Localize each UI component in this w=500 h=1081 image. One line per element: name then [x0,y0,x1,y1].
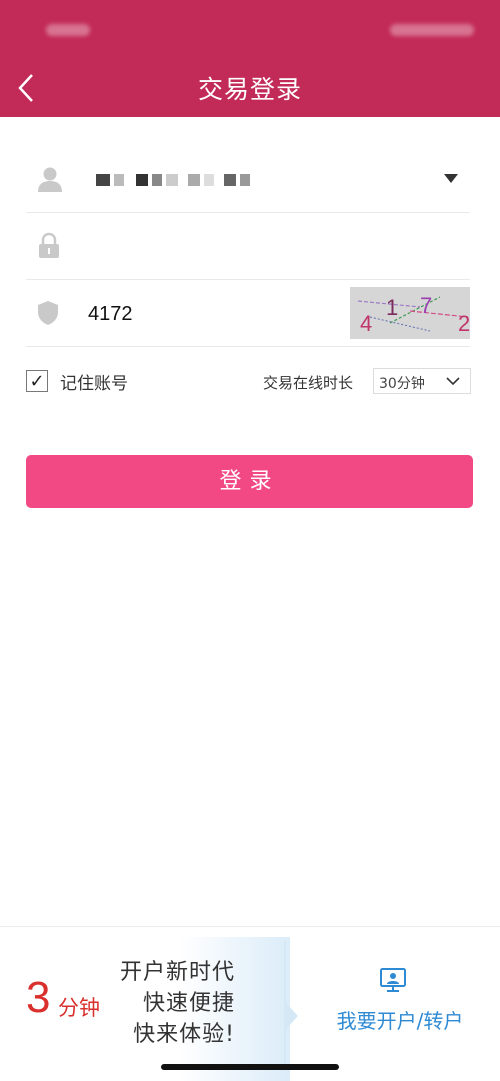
captcha-char: 7 [420,293,432,318]
captcha-row: 4 1 7 2 [26,280,470,347]
captcha-char: 2 [458,311,470,336]
remember-label: 记住账号 [60,374,128,394]
duration-select[interactable]: 30分钟 [373,368,471,394]
login-button[interactable]: 登录 [26,455,473,508]
promo-number: 3 [26,973,51,1022]
lock-icon [39,232,59,258]
chevron-down-icon [446,377,460,386]
captcha-image[interactable]: 4 1 7 2 [350,287,470,339]
account-dropdown-icon[interactable] [444,174,458,183]
captcha-input[interactable] [86,292,340,336]
home-indicator [161,1064,339,1070]
shield-icon [38,301,58,325]
options-row: ✓ 记住账号 交易在线时长 30分钟 [26,368,472,398]
captcha-char: 4 [360,311,372,336]
promo-divider-arrow [284,941,298,1071]
page-title: 交易登录 [197,75,302,104]
remember-checkbox[interactable]: ✓ [26,370,48,392]
promo-unit: 分钟 [58,996,100,1020]
promo-slogan: 开户新时代 快速便捷 快来体验! [100,957,235,1050]
promo-line: 开户新时代 [119,960,235,985]
open-account-label: 我要开户/转户 [336,1009,464,1033]
password-row [26,213,470,280]
user-icon [38,167,62,192]
duration-value: 30分钟 [379,376,425,392]
password-input[interactable] [86,225,340,269]
monitor-user-icon [380,968,406,992]
trade-login-screen: 交易登录 4172 4 1 7 2 ✓ 记住账号 交易在线时长 30分钟 登录 … [0,0,500,1081]
promo-line: 快来体验! [133,1022,235,1047]
status-bar-blur [390,24,474,36]
captcha-graphic: 4 1 7 2 [357,293,470,336]
status-bar-blur [46,24,90,36]
promo-line: 快速便捷 [142,991,235,1016]
duration-label: 交易在线时长 [263,374,354,392]
account-row[interactable] [26,146,470,213]
account-value-masked [96,174,256,186]
open-account-button[interactable]: 我要开户/转户 [300,960,500,1070]
captcha-char: 1 [386,295,398,320]
header-bar: 交易登录 [0,0,500,117]
